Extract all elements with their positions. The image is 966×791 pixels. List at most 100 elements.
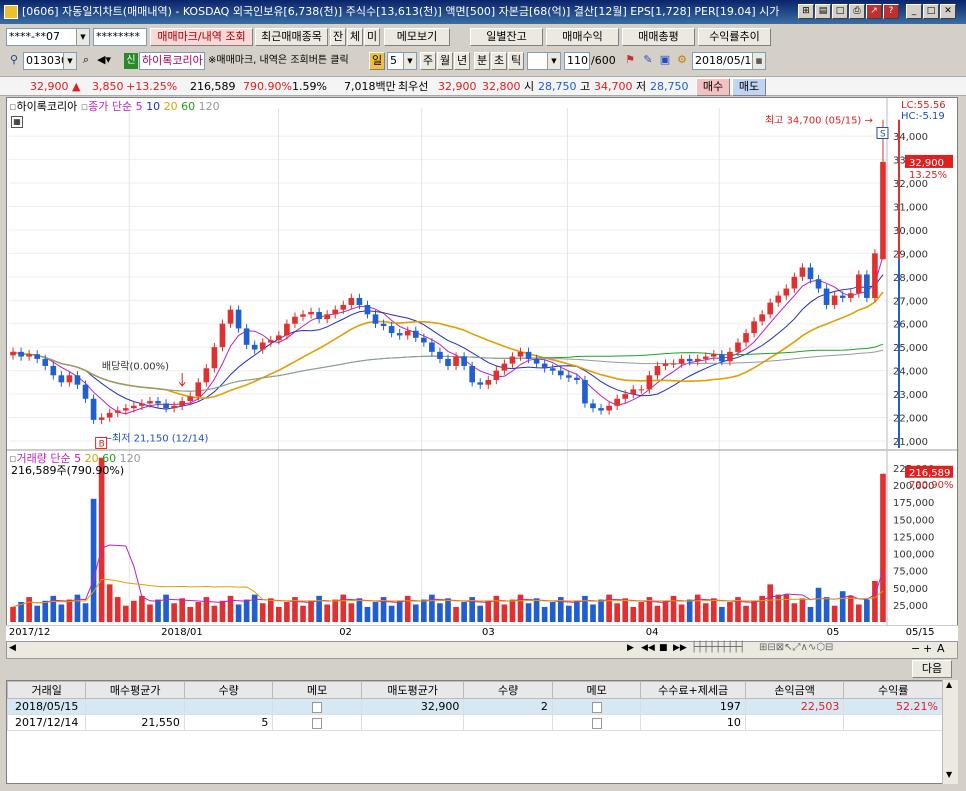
candle-body: [469, 365, 475, 383]
che-button[interactable]: 체: [347, 28, 363, 46]
window-icon[interactable]: □: [832, 4, 848, 19]
memo-icon[interactable]: [591, 717, 602, 729]
table-cell: 21,550: [85, 714, 185, 731]
settings-icon[interactable]: ⚙: [674, 52, 690, 68]
period-year-button[interactable]: 년: [454, 52, 470, 70]
chevron-down-icon[interactable]: ▼: [547, 53, 560, 69]
stock-search-icon[interactable]: ⚲: [6, 52, 22, 68]
period-day-button[interactable]: 일: [369, 52, 385, 70]
scroll-down-icon[interactable]: ▼: [946, 770, 952, 779]
draw-tools-icon[interactable]: ⊞⊟⊠↖⤢∧∿⬡⊟: [759, 642, 833, 653]
jan-button[interactable]: 잔: [330, 28, 346, 46]
memo-icon[interactable]: [591, 701, 602, 713]
memo-icon[interactable]: [312, 717, 323, 729]
candle-body: [662, 363, 669, 366]
close-icon[interactable]: ✕: [940, 4, 956, 19]
chevron-down-icon[interactable]: ▼: [403, 53, 416, 69]
volume-bar: [276, 606, 282, 622]
table-row[interactable]: 2017/12/14 21,550 5 10: [6, 714, 943, 731]
memo-icon[interactable]: [312, 701, 323, 713]
zoom-in-icon[interactable]: +: [923, 642, 932, 655]
rewind-icon[interactable]: ◀◀: [641, 643, 655, 653]
pin-icon[interactable]: ⚑: [622, 52, 638, 68]
play-icon[interactable]: ▶: [627, 643, 634, 653]
column-header[interactable]: 메모: [272, 681, 362, 699]
column-header[interactable]: 매도평균가: [360, 681, 465, 699]
trade-mark-button[interactable]: 매매마크/내역 조회: [150, 28, 253, 46]
scroll-up-icon[interactable]: ▲: [946, 680, 952, 689]
stock-name-field[interactable]: 하이록코리아: [139, 52, 205, 70]
buy-button[interactable]: 매수: [696, 78, 730, 96]
scroll-left-icon[interactable]: ◀: [9, 643, 16, 653]
chevron-down-icon[interactable]: ▼: [76, 29, 89, 45]
trade-history-grid[interactable]: 거래일 매수평균가 수량 메모 매도평균가 수량 메모 수수료+제세금 손익금액 수익률 2018…: [6, 680, 958, 784]
column-header[interactable]: 수량: [183, 681, 274, 699]
stock-code-input[interactable]: 013030 ▼: [23, 52, 77, 70]
layout-icon[interactable]: ▤: [815, 4, 831, 19]
maximize-icon[interactable]: □: [923, 4, 939, 19]
candle-body: [630, 389, 637, 395]
account-select[interactable]: ****-**07 ▼: [6, 28, 90, 46]
trade-profit-button[interactable]: 매매수익: [546, 28, 619, 46]
grid-toggle-icon[interactable]: ▦: [11, 116, 23, 128]
trade-summary-button[interactable]: 매매총평: [622, 28, 695, 46]
window-titlebar: [0606] 자동일지차트(매매내역) - KOSDAQ 외국인보유[6,738…: [0, 0, 966, 24]
date-field[interactable]: 2018/05/15 ▦: [692, 52, 766, 70]
sell-button[interactable]: 매도: [732, 78, 766, 96]
zoom-out-icon[interactable]: −: [911, 642, 920, 655]
speaker-icon[interactable]: ◀▾: [96, 52, 112, 68]
pen-icon[interactable]: ✎: [640, 52, 656, 68]
save-icon[interactable]: ▣: [657, 52, 673, 68]
candle-body: [590, 403, 596, 409]
next-button[interactable]: 다음: [912, 660, 952, 678]
candle-body: [114, 410, 121, 413]
candle-body: [388, 326, 395, 334]
print-icon[interactable]: ⎙: [849, 4, 865, 19]
tool-icon[interactable]: ↗: [866, 4, 882, 19]
column-header[interactable]: 수수료+제세금: [640, 681, 746, 699]
memo-view-button[interactable]: 메모보기: [384, 28, 450, 46]
mi-button[interactable]: 미: [364, 28, 380, 46]
stop-icon[interactable]: ■: [659, 643, 668, 653]
recent-trades-button[interactable]: 최근매매종목: [255, 28, 328, 46]
candle-body: [74, 375, 81, 385]
data-count-input[interactable]: 110: [564, 52, 590, 70]
column-header[interactable]: 수량: [463, 681, 553, 699]
period-minute-button[interactable]: 분: [474, 52, 490, 70]
fast-forward-icon[interactable]: ▶▶: [673, 643, 687, 653]
column-header[interactable]: 메모: [551, 681, 642, 699]
table-row[interactable]: 2018/05/15 32,900 2 197 22,503 52.21%: [6, 698, 943, 715]
column-header[interactable]: 거래일: [6, 681, 87, 699]
column-header[interactable]: 수익률: [843, 681, 943, 699]
volume-tick-label: 150,000: [893, 515, 934, 526]
volume-bar: [58, 604, 65, 622]
return-trend-button[interactable]: 수익률추이: [698, 28, 771, 46]
calendar-icon[interactable]: ▦: [752, 53, 765, 69]
zoom-slider[interactable]: ├┼┼┼┼┼┼┼┤: [691, 642, 745, 653]
period-value-select[interactable]: 5 ▼: [387, 52, 417, 70]
help-icon[interactable]: ?: [883, 4, 899, 19]
price-volume-chart[interactable]: 34,00033,00032,00031,00030,00029,00028,0…: [6, 97, 959, 641]
chart-navigation-bar[interactable]: ◀ ▶ ◀◀ ■ ▶▶ ├┼┼┼┼┼┼┼┤ ⊞⊟⊠↖⤢∧∿⬡⊟ − + A: [6, 641, 958, 659]
table-scrollbar[interactable]: ▲ ▼: [942, 680, 958, 784]
chart-canvas[interactable]: 34,00033,00032,00031,00030,00029,00028,0…: [7, 98, 959, 626]
tick-unit-select[interactable]: ▼: [527, 52, 561, 70]
period-tick-button[interactable]: 틱: [508, 52, 524, 70]
volume-bar: [622, 598, 629, 622]
candle-body: [566, 375, 572, 378]
candle-body: [364, 304, 371, 315]
period-week-button[interactable]: 주: [420, 52, 436, 70]
link-icon[interactable]: ⊞: [798, 4, 814, 19]
password-field[interactable]: ********: [93, 28, 147, 46]
period-second-button[interactable]: 초: [491, 52, 507, 70]
minimize-icon[interactable]: _: [906, 4, 922, 19]
candle-body: [179, 401, 186, 406]
chevron-down-icon[interactable]: ▼: [63, 53, 76, 69]
column-header[interactable]: 손익금액: [744, 681, 845, 699]
column-header[interactable]: 매수평균가: [85, 681, 185, 699]
daily-balance-button[interactable]: 일별잔고: [470, 28, 543, 46]
search-icon[interactable]: ⌕: [78, 52, 94, 68]
volume-bar: [799, 598, 806, 622]
period-month-button[interactable]: 월: [437, 52, 453, 70]
font-size-icon[interactable]: A: [937, 642, 945, 655]
